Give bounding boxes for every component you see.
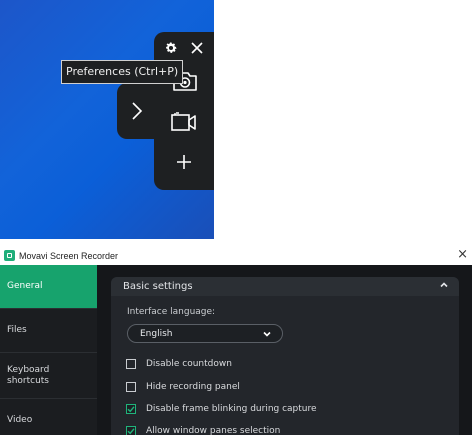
checkbox[interactable] xyxy=(126,359,136,369)
sidebar-item-label: General xyxy=(7,281,43,291)
settings-content: Basic settings Interface language: Engli… xyxy=(97,265,472,435)
option-label: Allow window panes selection xyxy=(146,426,281,435)
sidebar-item-label: Video xyxy=(7,415,33,425)
chevron-up-icon[interactable] xyxy=(439,280,449,293)
window-close-button[interactable]: × xyxy=(457,248,468,262)
sidebar-item-keyboard-shortcuts[interactable]: Keyboard shortcuts xyxy=(0,353,97,399)
chevron-right-icon xyxy=(131,101,143,121)
expand-panel-button[interactable] xyxy=(117,83,157,139)
sidebar-item-label: Keyboard shortcuts xyxy=(7,364,50,386)
option-label: Disable frame blinking during capture xyxy=(146,404,317,414)
allow-window-panes-option[interactable]: Allow window panes selection xyxy=(126,424,280,435)
close-icon[interactable] xyxy=(189,40,205,56)
recorder-panel xyxy=(154,32,214,190)
video-camera-icon[interactable] xyxy=(169,110,199,134)
sidebar-item-files[interactable]: Files xyxy=(0,309,97,353)
settings-window: Movavi Screen Recorder × General Files K… xyxy=(0,246,472,435)
checkbox-checked[interactable] xyxy=(126,404,136,414)
window-title: Movavi Screen Recorder xyxy=(19,250,119,261)
chevron-down-icon xyxy=(262,329,272,342)
desktop-area: Preferences (Ctrl+P) xyxy=(0,0,214,239)
checkbox[interactable] xyxy=(126,382,136,392)
sidebar-item-label: Files xyxy=(7,325,27,335)
disable-countdown-option[interactable]: Disable countdown xyxy=(126,357,232,371)
option-label: Hide recording panel xyxy=(146,382,240,392)
hide-recording-panel-option[interactable]: Hide recording panel xyxy=(126,380,240,394)
sidebar-item-video[interactable]: Video xyxy=(0,399,97,435)
gear-icon[interactable] xyxy=(163,40,179,56)
sidebar-item-general[interactable]: General xyxy=(0,265,97,309)
title-bar: Movavi Screen Recorder × xyxy=(0,246,472,265)
plus-icon[interactable] xyxy=(174,152,194,172)
language-select-value: English xyxy=(140,328,173,339)
preferences-tooltip: Preferences (Ctrl+P) xyxy=(61,60,184,84)
section-title: Basic settings xyxy=(123,281,193,292)
checkmark-icon xyxy=(127,428,135,435)
settings-sidebar: General Files Keyboard shortcuts Video xyxy=(0,265,97,435)
interface-language-label: Interface language: xyxy=(127,307,216,317)
app-logo-icon xyxy=(4,250,15,261)
section-header[interactable]: Basic settings xyxy=(111,277,459,296)
checkbox-checked[interactable] xyxy=(126,426,136,435)
disable-frame-blinking-option[interactable]: Disable frame blinking during capture xyxy=(126,402,317,416)
checkmark-icon xyxy=(127,406,135,413)
option-label: Disable countdown xyxy=(146,359,232,369)
basic-settings-section: Basic settings Interface language: Engli… xyxy=(111,277,459,435)
language-select[interactable]: English xyxy=(127,324,283,343)
